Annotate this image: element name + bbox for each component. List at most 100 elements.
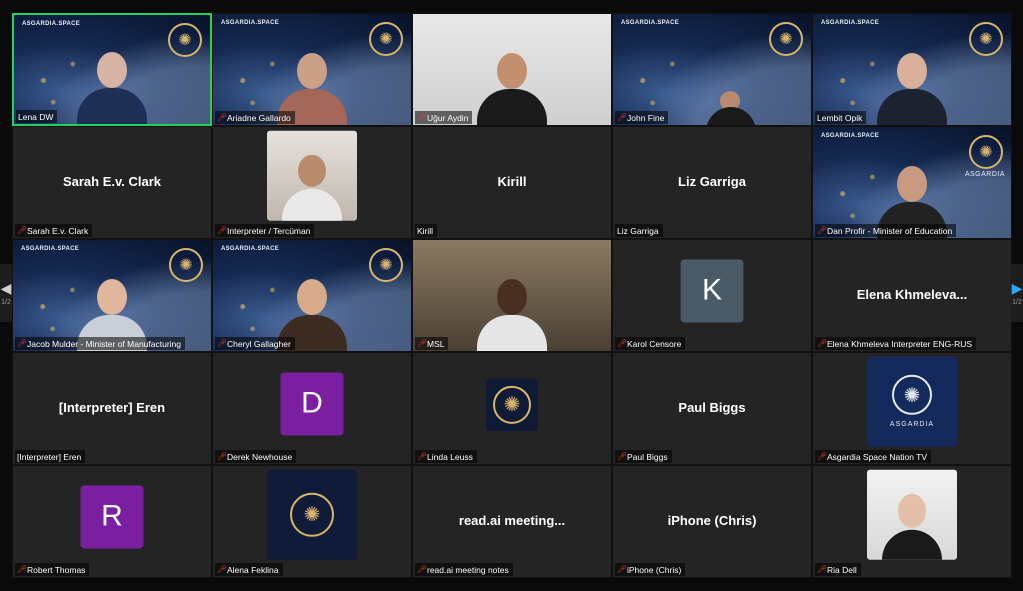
chevron-right-icon: ▶ bbox=[1011, 279, 1023, 296]
participant-name-tag: 🎤︎ Alena Feklina bbox=[215, 563, 283, 576]
participant-tile-cheryl-gallagher[interactable]: ASGARDIA.SPACE ✺ 🎤︎ Cheryl Gallagher bbox=[212, 239, 412, 352]
participant-tile-elena-khmeleva[interactable]: Elena Khmeleva... 🎤︎ Elena Khmeleva Inter… bbox=[812, 239, 1012, 352]
participant-name: Linda Leuss bbox=[427, 451, 473, 462]
participant-name: Derek Newhouse bbox=[227, 451, 293, 462]
participant-tile-readai[interactable]: read.ai meeting... 🎤︎ read.ai meeting not… bbox=[412, 465, 612, 578]
participant-tile-kirill[interactable]: Kirill Kirill bbox=[412, 126, 612, 239]
asgardia-logo-icon: ✺ bbox=[168, 23, 202, 57]
mic-muted-icon: 🎤︎ bbox=[817, 338, 828, 348]
participant-name: Uğur Aydin bbox=[427, 112, 469, 123]
participant-name-tag: 🎤︎ Ria Dell bbox=[815, 563, 861, 576]
mic-muted-icon: 🎤︎ bbox=[817, 451, 828, 461]
participant-name: Elena Khmeleva Interpreter ENG-RUS bbox=[827, 338, 973, 349]
mic-muted-icon: 🎤︎ bbox=[817, 564, 828, 574]
participant-display-name: [Interpreter] Eren bbox=[58, 399, 166, 415]
participant-video bbox=[882, 487, 942, 560]
participant-name: John Fine bbox=[627, 112, 665, 123]
participant-tile-interpreter-eren[interactable]: [Interpreter] Eren [Interpreter] Eren bbox=[12, 352, 212, 465]
asgardia-logo-icon: ✺ bbox=[169, 248, 203, 282]
participant-name: MSL bbox=[427, 338, 445, 349]
mic-muted-icon: 🎤︎ bbox=[617, 451, 628, 461]
mic-muted-icon: 🎤︎ bbox=[617, 564, 628, 574]
mic-muted-icon: 🎤︎ bbox=[417, 338, 428, 348]
participant-name-tag: 🎤︎ Asgardia Space Nation TV bbox=[815, 450, 932, 463]
logo-wordmark: ASGARDIA bbox=[889, 420, 935, 428]
participant-tile-linda-leuss[interactable]: ✺ 🎤︎ Linda Leuss bbox=[412, 352, 612, 465]
asgardia-crest-icon: ✺ bbox=[267, 469, 357, 560]
participant-name-tag: 🎤︎ iPhone (Chris) bbox=[615, 563, 686, 576]
participant-name-tag: Lena DW bbox=[16, 110, 58, 123]
participant-name-tag: 🎤︎ Sarah E.v. Clark bbox=[15, 224, 93, 237]
participant-tile-liz-garriga[interactable]: Liz Garriga Liz Garriga bbox=[612, 126, 812, 239]
participant-name: Interpreter / Tercüman bbox=[227, 225, 311, 236]
participant-tile-paul-biggs[interactable]: Paul Biggs 🎤︎ Paul Biggs bbox=[612, 352, 812, 465]
participant-display-name: Elena Khmeleva... bbox=[856, 286, 968, 302]
mic-muted-icon: 🎤︎ bbox=[417, 112, 428, 122]
participant-name-tag: 🎤︎ Derek Newhouse bbox=[215, 450, 297, 463]
chevron-left-icon: ◀ bbox=[0, 279, 12, 296]
participant-tile-john-fine[interactable]: ASGARDIA.SPACE ✺ 🎤︎ John Fine bbox=[612, 13, 812, 126]
participant-tile-msl[interactable]: 🎤︎ MSL bbox=[412, 239, 612, 352]
asgardia-logo-icon: ✺ bbox=[969, 22, 1003, 56]
asgardia-logo-icon: ✺ bbox=[769, 22, 803, 56]
participant-name: iPhone (Chris) bbox=[627, 564, 682, 575]
participant-name: Liz Garriga bbox=[617, 225, 659, 236]
participant-display-name: Kirill bbox=[497, 173, 527, 189]
participant-tile-ria-dell[interactable]: 🎤︎ Ria Dell bbox=[812, 465, 1012, 578]
brand-watermark: ASGARDIA.SPACE bbox=[221, 246, 280, 252]
asgardia-logo-icon: ✺ bbox=[369, 248, 403, 282]
participant-name: Lena DW bbox=[18, 111, 54, 122]
asgardia-logo-icon: ✺ bbox=[969, 135, 1003, 169]
mic-muted-icon: 🎤︎ bbox=[217, 225, 228, 235]
participant-name-tag: 🎤︎ John Fine bbox=[615, 111, 669, 124]
participant-name-tag: 🎤︎ Linda Leuss bbox=[415, 450, 477, 463]
asgardia-emblem-icon: ✺ bbox=[486, 378, 538, 431]
participant-name: Kirill bbox=[417, 225, 434, 236]
asgardia-logo-icon: ✺ bbox=[369, 22, 403, 56]
participant-name-tag: 🎤︎ Paul Biggs bbox=[615, 450, 672, 463]
participant-name: Robert Thomas bbox=[27, 564, 86, 575]
participant-tile-lena-dw[interactable]: ASGARDIA.SPACE ✺ Lena DW bbox=[12, 13, 212, 126]
participant-name-tag: 🎤︎ Robert Thomas bbox=[15, 563, 90, 576]
participant-name: Paul Biggs bbox=[627, 451, 668, 462]
avatar: K bbox=[680, 258, 744, 322]
logo-wordmark: ASGARDIA bbox=[964, 171, 1005, 178]
participant-display-name: read.ai meeting... bbox=[458, 512, 566, 528]
mic-muted-icon: 🎤︎ bbox=[217, 451, 228, 461]
mic-muted-icon: 🎤︎ bbox=[17, 338, 28, 348]
participant-tile-robert-thomas[interactable]: R 🎤︎ Robert Thomas bbox=[12, 465, 212, 578]
participant-name-tag: 🎤︎ Cheryl Gallagher bbox=[215, 337, 295, 350]
participant-name: Ariadne Gallardo bbox=[227, 112, 291, 123]
participant-name: Ria Dell bbox=[827, 564, 857, 575]
participant-video bbox=[77, 44, 147, 124]
participant-tile-karol-censore[interactable]: K 🎤︎ Karol Censore bbox=[612, 239, 812, 352]
previous-page-button[interactable]: ◀ 1/2 bbox=[0, 264, 12, 322]
participant-name-tag: [Interpreter] Eren bbox=[15, 450, 86, 463]
participant-tile-lembit-opik[interactable]: ASGARDIA.SPACE ✺ Lembit Opik bbox=[812, 13, 1012, 126]
participant-tile-jacob-mulder[interactable]: ASGARDIA.SPACE ✺ 🎤︎ Jacob Mulder - Minist… bbox=[12, 239, 212, 352]
brand-watermark: ASGARDIA.SPACE bbox=[621, 20, 680, 26]
participant-tile-derek-newhouse[interactable]: D 🎤︎ Derek Newhouse bbox=[212, 352, 412, 465]
participant-video bbox=[877, 45, 947, 125]
participant-tile-asgardia-tv[interactable]: ✺ ASGARDIA 🎤︎ Asgardia Space Nation TV bbox=[812, 352, 1012, 465]
page-indicator: 1/2 bbox=[1, 298, 11, 306]
participant-name: Cheryl Gallagher bbox=[227, 338, 291, 349]
participant-tile-ugur-aydin[interactable]: 🎤︎ Uğur Aydin bbox=[412, 13, 612, 126]
participant-name-tag: 🎤︎ Elena Khmeleva Interpreter ENG-RUS bbox=[815, 337, 977, 350]
participant-tile-iphone-chris[interactable]: iPhone (Chris) 🎤︎ iPhone (Chris) bbox=[612, 465, 812, 578]
participant-video bbox=[477, 271, 547, 351]
participant-tile-sarah-clark[interactable]: Sarah E.v. Clark 🎤︎ Sarah E.v. Clark bbox=[12, 126, 212, 239]
participant-tile-interpreter-tercuman[interactable]: 🎤︎ Interpreter / Tercüman bbox=[212, 126, 412, 239]
mic-muted-icon: 🎤︎ bbox=[217, 338, 228, 348]
participant-tile-ariadne-gallardo[interactable]: ASGARDIA.SPACE ✺ 🎤︎ Ariadne Gallardo bbox=[212, 13, 412, 126]
participant-tile-alena-feklina[interactable]: ✺ 🎤︎ Alena Feklina bbox=[212, 465, 412, 578]
participant-name-tag: 🎤︎ Interpreter / Tercüman bbox=[215, 224, 315, 237]
participant-name-tag: Kirill bbox=[415, 224, 438, 237]
mic-muted-icon: 🎤︎ bbox=[217, 564, 228, 574]
participant-display-name: Liz Garriga bbox=[678, 173, 746, 189]
participant-name: Lembit Opik bbox=[817, 112, 863, 123]
participant-tile-dan-profir[interactable]: ASGARDIA.SPACE ✺ ASGARDIA 🎤︎ Dan Profir -… bbox=[812, 126, 1012, 239]
next-page-button[interactable]: ▶ 1/2 bbox=[1011, 264, 1023, 322]
brand-watermark: ASGARDIA.SPACE bbox=[821, 20, 880, 26]
participant-display-name: iPhone (Chris) bbox=[667, 512, 757, 528]
